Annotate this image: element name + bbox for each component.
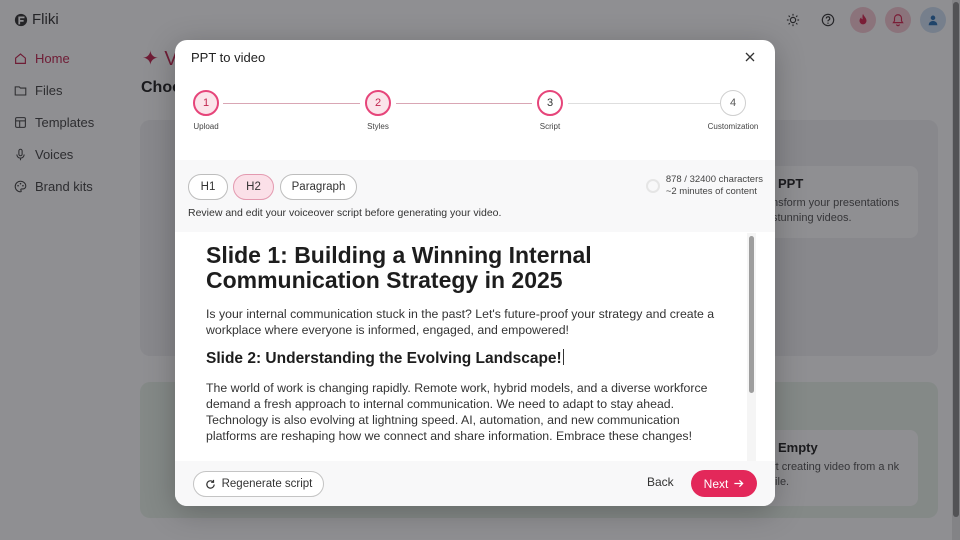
next-button[interactable]: Next	[691, 470, 757, 497]
step-label: Upload	[193, 122, 219, 131]
script-paragraph[interactable]: The world of work is changing rapidly. R…	[206, 380, 726, 445]
script-heading-2-text: Slide 2: Understanding the Evolving Land…	[206, 349, 562, 367]
step-number: 1	[193, 90, 219, 116]
step-connector	[396, 103, 532, 104]
text-caret	[562, 348, 564, 365]
step-styles[interactable]: 2 Styles	[348, 90, 408, 131]
modal-footer: Regenerate script Back Next	[175, 461, 775, 506]
editor-scrollbar-thumb[interactable]	[749, 236, 754, 393]
instruction-text: Review and edit your voiceover script be…	[188, 207, 502, 219]
step-connector	[223, 103, 360, 104]
modal-header: PPT to video	[175, 40, 775, 74]
paragraph-button[interactable]: Paragraph	[280, 174, 357, 200]
arrow-right-icon	[734, 479, 744, 488]
h2-button[interactable]: H2	[233, 174, 274, 200]
script-editor[interactable]: Slide 1: Building a Winning Internal Com…	[180, 233, 756, 461]
step-number: 3	[537, 90, 563, 116]
step-customization[interactable]: 4 Customization	[703, 90, 763, 131]
script-paragraph[interactable]: Is your internal communication stuck in …	[206, 306, 726, 339]
stepper: 1 Upload 2 Styles 3 Script 4 Customizati…	[175, 90, 775, 140]
script-heading-2[interactable]: Slide 2: Understanding the Evolving Land…	[206, 348, 726, 368]
regenerate-label: Regenerate script	[221, 478, 313, 490]
step-connector	[568, 103, 720, 104]
step-label: Styles	[367, 122, 389, 131]
step-script[interactable]: 3 Script	[520, 90, 580, 131]
step-label: Script	[539, 122, 561, 131]
progress-ring-icon	[645, 179, 660, 193]
script-heading-1[interactable]: Slide 1: Building a Winning Internal Com…	[206, 243, 726, 293]
next-label: Next	[703, 476, 729, 491]
content-duration: ~2 minutes of content	[665, 186, 757, 197]
editor-scrollbar[interactable]	[747, 233, 756, 461]
back-button[interactable]: Back	[647, 475, 674, 489]
ppt-to-video-modal: PPT to video 1 Upload 2 Styles 3 Script …	[175, 40, 775, 506]
refresh-icon	[205, 479, 215, 489]
step-number: 2	[365, 90, 391, 116]
close-button[interactable]	[743, 50, 757, 64]
regenerate-script-button[interactable]: Regenerate script	[193, 471, 324, 497]
h1-button[interactable]: H1	[188, 174, 228, 200]
step-label: Customization	[707, 122, 759, 131]
step-number: 4	[720, 90, 746, 116]
close-icon	[745, 52, 755, 62]
character-count: 878 / 32400 characters	[665, 174, 763, 185]
format-toolbar: H1 H2 Paragraph Review and edit your voi…	[175, 160, 775, 232]
character-counter: 878 / 32400 characters ~2 minutes of con…	[645, 174, 763, 198]
modal-title: PPT to video	[191, 50, 266, 65]
step-upload[interactable]: 1 Upload	[176, 90, 236, 131]
